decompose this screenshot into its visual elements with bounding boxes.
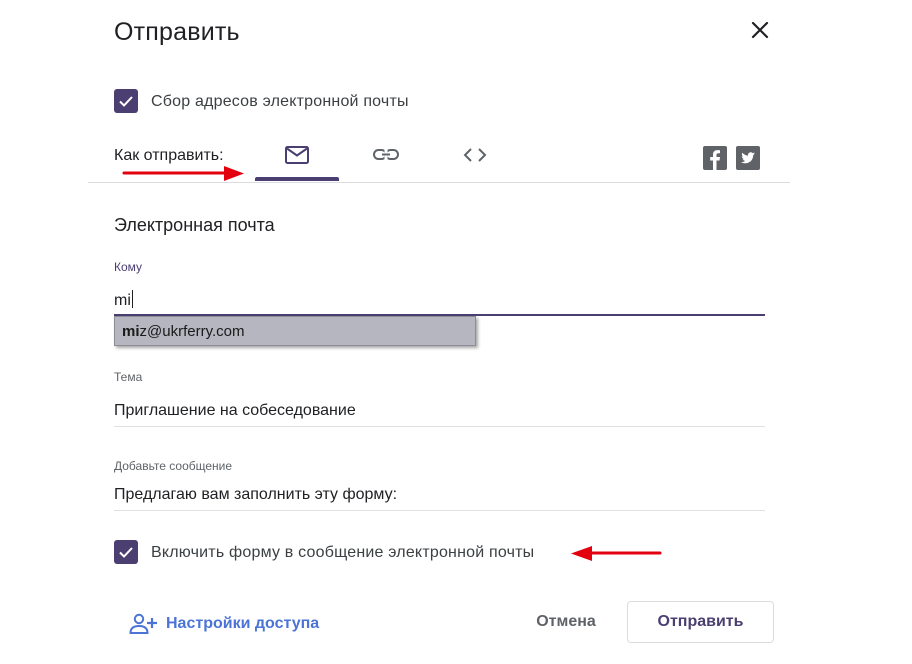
annotation-arrow-icon xyxy=(571,546,662,561)
text-caret xyxy=(131,290,133,308)
close-icon xyxy=(751,21,769,39)
close-button[interactable] xyxy=(748,18,772,42)
suggestion-rest: z@ukrferry.com xyxy=(139,322,245,340)
send-button[interactable]: Отправить xyxy=(627,601,774,643)
link-icon xyxy=(373,149,399,160)
access-settings-label: Настройки доступа xyxy=(166,615,320,632)
email-section-title: Электронная почта xyxy=(114,215,275,235)
collect-emails-checkbox[interactable] xyxy=(114,89,138,113)
message-field-underline xyxy=(114,510,765,511)
email-icon xyxy=(285,146,309,164)
add-person-icon xyxy=(129,613,157,634)
cancel-button[interactable]: Отмена xyxy=(518,602,614,642)
include-form-checkbox[interactable] xyxy=(114,540,138,564)
email-autocomplete-suggestion[interactable]: mi z@ukrferry.com xyxy=(114,316,476,346)
subject-field-input[interactable]: Приглашение на собеседование xyxy=(114,402,356,420)
access-settings-button[interactable]: Настройки доступа xyxy=(128,612,319,636)
tab-email[interactable] xyxy=(255,140,339,180)
dialog-title: Отправить xyxy=(114,18,240,46)
facebook-icon xyxy=(710,150,720,170)
tab-embed[interactable] xyxy=(433,140,517,180)
checkmark-icon xyxy=(119,96,133,107)
to-field-label: Кому xyxy=(114,260,143,274)
annotation-arrow-icon xyxy=(122,166,244,181)
tab-link[interactable] xyxy=(344,140,428,180)
subject-field-label: Тема xyxy=(114,370,143,384)
to-field-input[interactable]: mi xyxy=(114,290,133,310)
message-field-input[interactable]: Предлагаю вам заполнить эту форму: xyxy=(114,486,397,504)
collect-emails-label: Сбор адресов электронной почты xyxy=(151,93,409,110)
suggestion-match: mi xyxy=(122,322,140,340)
embed-code-icon xyxy=(463,148,487,162)
checkmark-icon xyxy=(119,547,133,558)
twitter-share-button[interactable] xyxy=(736,146,760,170)
to-field-value: mi xyxy=(114,292,131,309)
send-via-label: Как отправить: xyxy=(114,147,224,164)
message-field-label: Добавьте сообщение xyxy=(114,459,233,473)
twitter-icon xyxy=(741,152,755,164)
tab-selected-indicator xyxy=(255,177,339,181)
facebook-share-button[interactable] xyxy=(703,146,727,170)
include-form-label: Включить форму в сообщение электронной п… xyxy=(151,544,535,561)
subject-field-underline xyxy=(114,426,765,427)
